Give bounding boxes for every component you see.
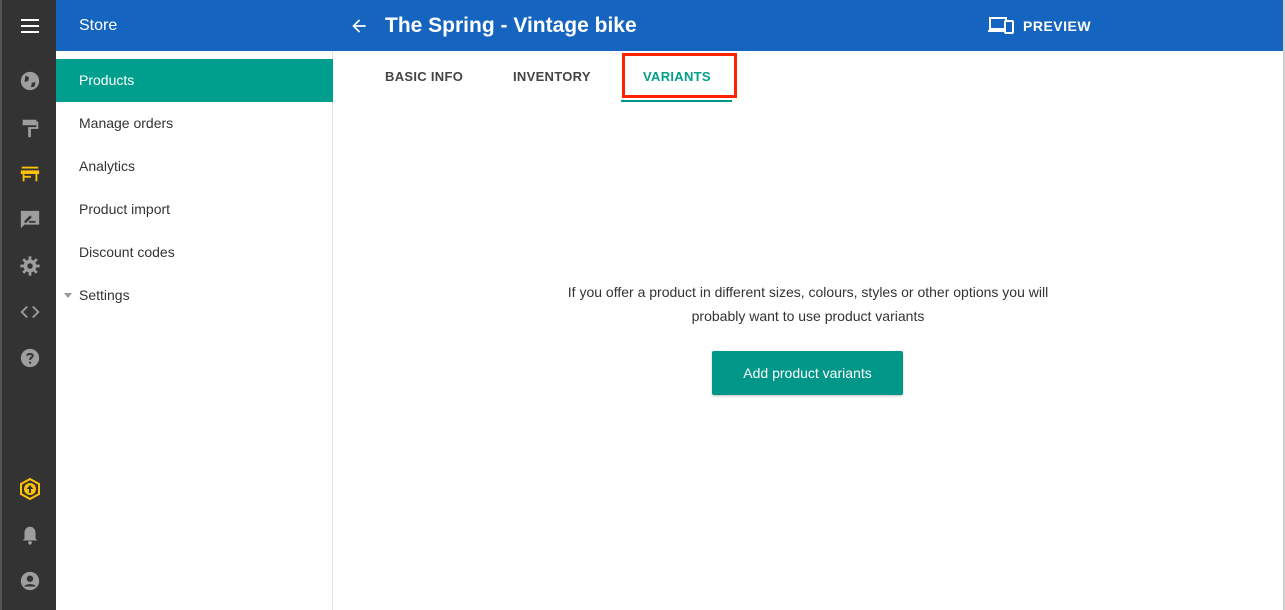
code-icon bbox=[20, 305, 40, 319]
design-button[interactable] bbox=[2, 113, 58, 143]
preview-button[interactable]: PREVIEW bbox=[988, 12, 1091, 40]
caret-down-icon bbox=[64, 293, 72, 298]
empty-state-message: If you offer a product in different size… bbox=[567, 284, 1049, 324]
sidebar-item-analytics[interactable]: Analytics bbox=[56, 145, 333, 188]
globe-icon bbox=[20, 71, 40, 91]
help-icon bbox=[20, 348, 40, 368]
menu-button[interactable] bbox=[2, 0, 58, 51]
sidebar: Products Manage orders Analytics Product… bbox=[56, 51, 333, 610]
tab-basic-info[interactable]: BASIC INFO bbox=[385, 51, 463, 103]
upgrade-button[interactable] bbox=[2, 474, 58, 504]
feedback-icon bbox=[20, 210, 40, 229]
active-tab-indicator bbox=[621, 100, 732, 102]
sidebar-item-label: Settings bbox=[79, 287, 130, 303]
settings-button[interactable] bbox=[2, 251, 58, 281]
sidebar-item-discount-codes[interactable]: Discount codes bbox=[56, 231, 333, 274]
preview-label: PREVIEW bbox=[1023, 18, 1092, 34]
tab-inventory[interactable]: INVENTORY bbox=[513, 51, 591, 103]
bell-icon bbox=[22, 526, 38, 545]
sidebar-item-label: Products bbox=[79, 72, 135, 88]
sidebar-item-products[interactable]: Products bbox=[56, 59, 333, 102]
back-button[interactable] bbox=[346, 13, 372, 39]
code-button[interactable] bbox=[2, 297, 58, 327]
gear-icon bbox=[20, 256, 40, 276]
top-header: Store The Spring - Vintage bike PREVIEW bbox=[56, 0, 1283, 51]
feedback-button[interactable] bbox=[2, 205, 58, 235]
upgrade-icon bbox=[20, 477, 40, 501]
sidebar-item-manage-orders[interactable]: Manage orders bbox=[56, 102, 333, 145]
menu-icon bbox=[21, 18, 39, 33]
add-product-variants-button[interactable]: Add product variants bbox=[712, 351, 903, 395]
store-icon bbox=[20, 166, 40, 182]
sidebar-item-label: Discount codes bbox=[79, 244, 175, 260]
sidebar-item-label: Analytics bbox=[79, 158, 136, 174]
arrow-left-icon bbox=[352, 19, 366, 33]
store-button[interactable] bbox=[2, 159, 58, 189]
globe-button[interactable] bbox=[2, 66, 58, 96]
store-title: Store bbox=[79, 17, 118, 34]
sidebar-item-product-import[interactable]: Product import bbox=[56, 188, 333, 231]
account-button[interactable] bbox=[2, 566, 58, 596]
help-button[interactable] bbox=[2, 343, 58, 373]
paint-roller-icon bbox=[22, 119, 39, 138]
account-icon bbox=[20, 571, 40, 591]
notifications-button[interactable] bbox=[2, 520, 58, 550]
sidebar-item-settings[interactable]: Settings bbox=[56, 274, 333, 317]
sidebar-item-label: Manage orders bbox=[79, 115, 174, 131]
icon-rail bbox=[0, 0, 56, 610]
page-title: The Spring - Vintage bike bbox=[385, 14, 637, 37]
devices-icon bbox=[988, 17, 1014, 34]
sidebar-item-label: Product import bbox=[79, 201, 171, 217]
highlight-annotation bbox=[622, 53, 737, 98]
